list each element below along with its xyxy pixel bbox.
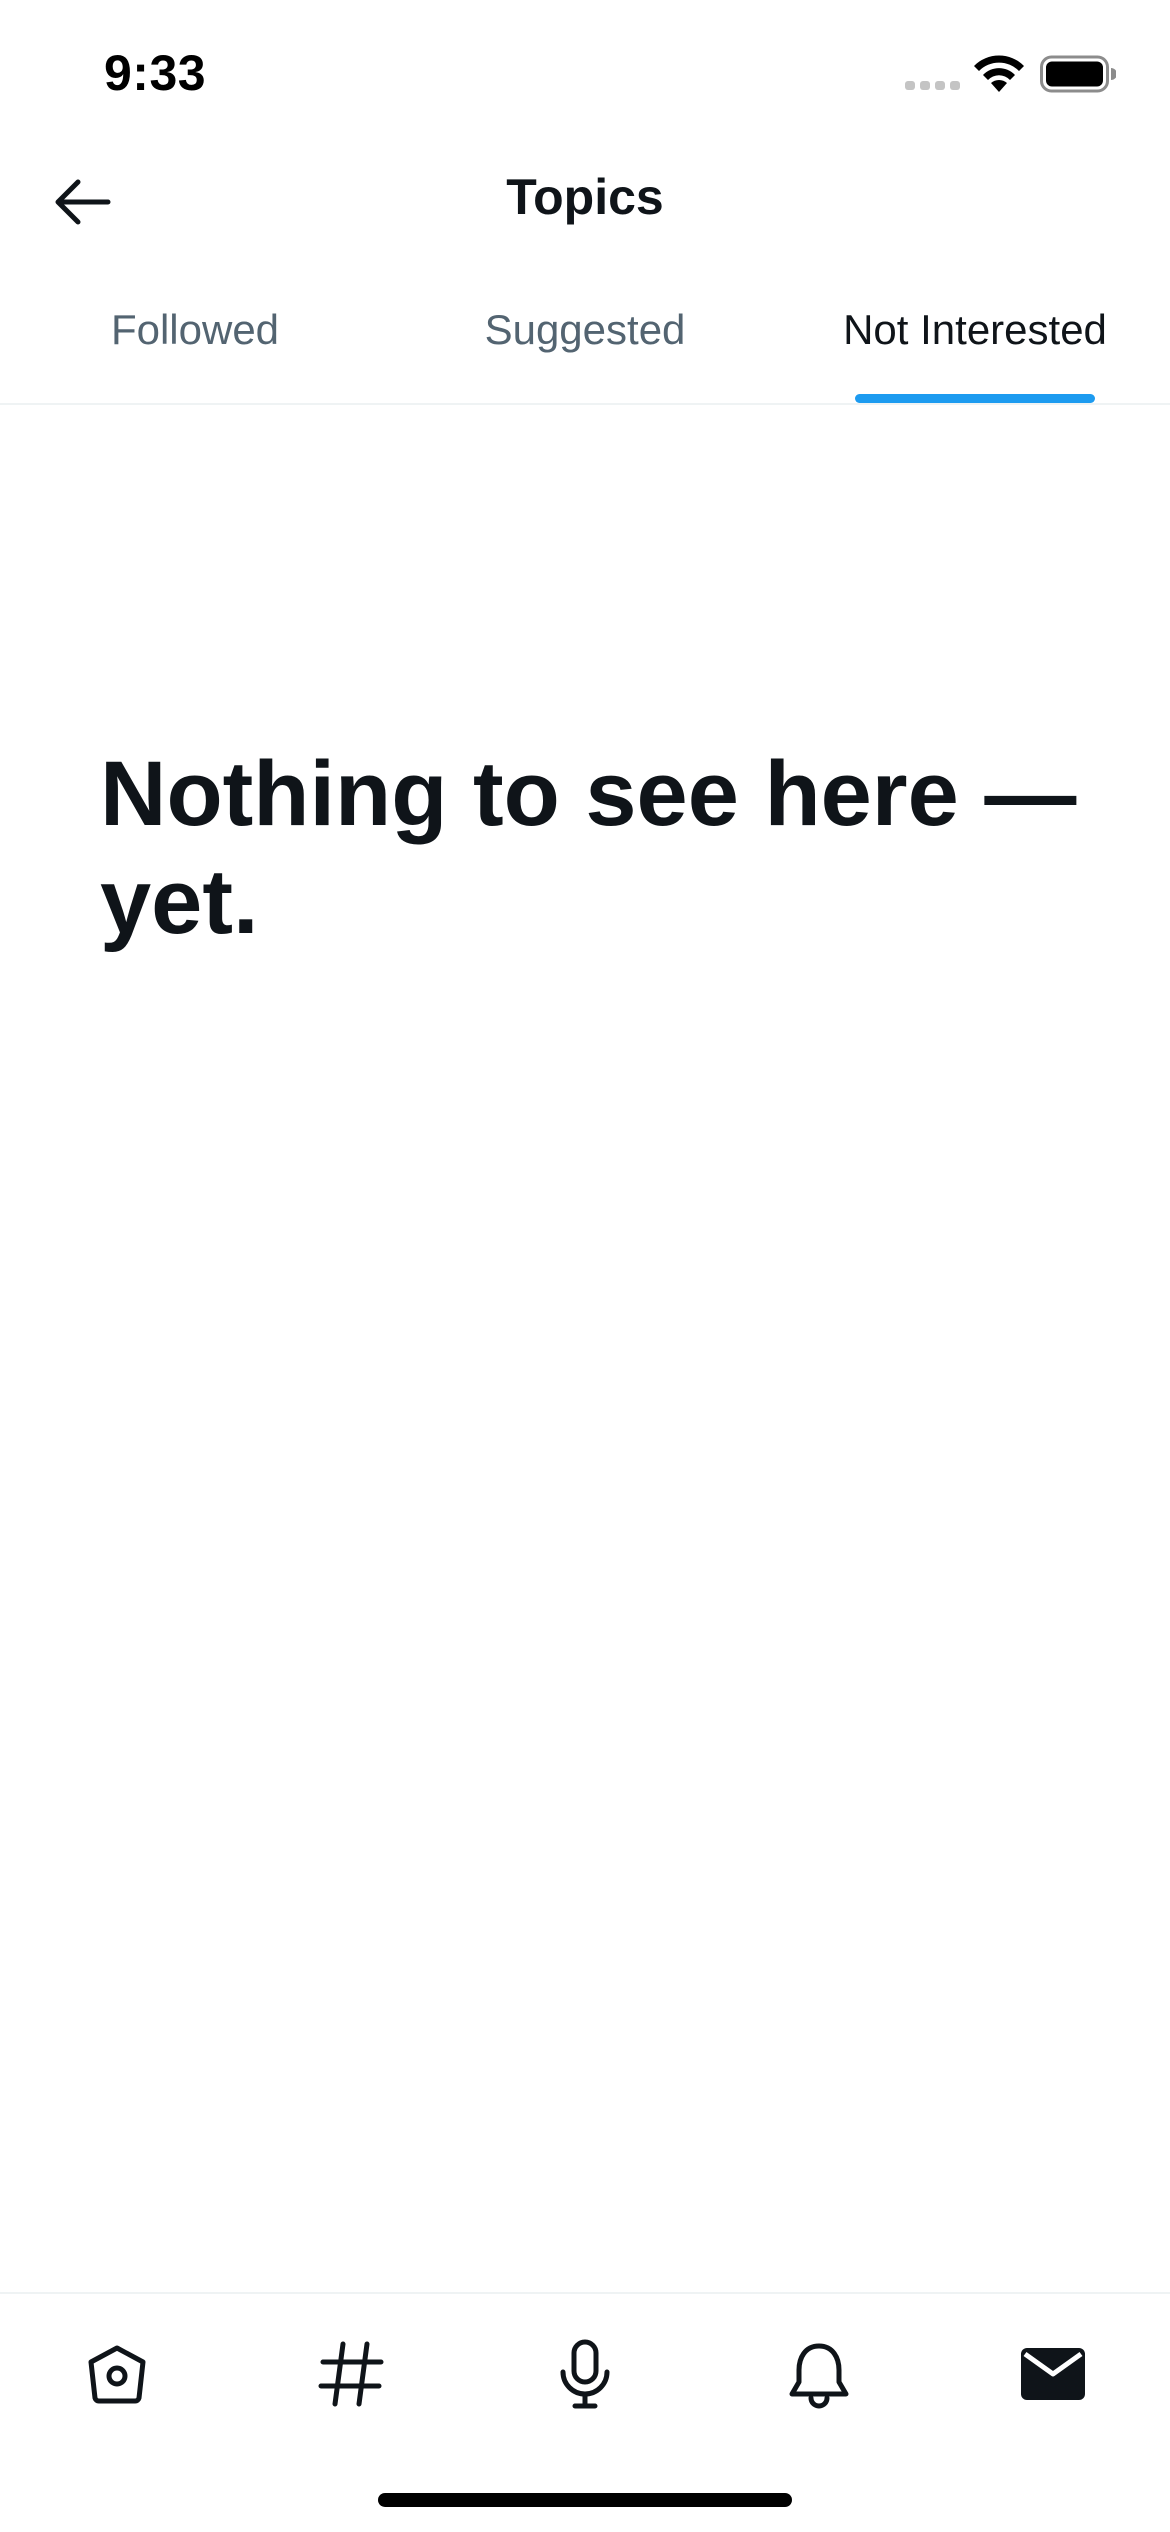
home-indicator xyxy=(378,2493,792,2507)
nav-notifications[interactable] xyxy=(769,2324,869,2424)
header: Topics xyxy=(0,140,1170,260)
bell-icon xyxy=(789,2343,849,2409)
active-tab-indicator xyxy=(855,394,1095,403)
nav-messages[interactable] xyxy=(1003,2324,1103,2424)
tab-suggested[interactable]: Suggested xyxy=(430,290,740,403)
nav-home[interactable] xyxy=(67,2324,167,2424)
envelope-icon xyxy=(1021,2348,1085,2400)
empty-state-title: Nothing to see here — yet. xyxy=(100,743,1077,953)
topics-screen: 9:33 Topics Followed Suggested Not Inter… xyxy=(0,0,1170,2532)
wifi-icon xyxy=(974,55,1024,92)
status-time: 9:33 xyxy=(104,45,207,101)
home-icon xyxy=(88,2345,146,2404)
tab-followed[interactable]: Followed xyxy=(40,290,350,403)
tab-bar: Followed Suggested Not Interested xyxy=(0,290,1170,405)
status-bar: 9:33 xyxy=(0,0,1170,140)
battery-icon xyxy=(1040,55,1116,93)
tab-not-interested[interactable]: Not Interested xyxy=(800,290,1150,403)
nav-spaces[interactable] xyxy=(535,2324,635,2424)
microphone-icon xyxy=(560,2339,610,2409)
bottom-navigation xyxy=(0,2292,1170,2532)
page-title: Topics xyxy=(506,169,664,225)
hashtag-icon xyxy=(318,2341,384,2407)
signal-icon xyxy=(905,81,960,90)
nav-explore[interactable] xyxy=(301,2324,401,2424)
